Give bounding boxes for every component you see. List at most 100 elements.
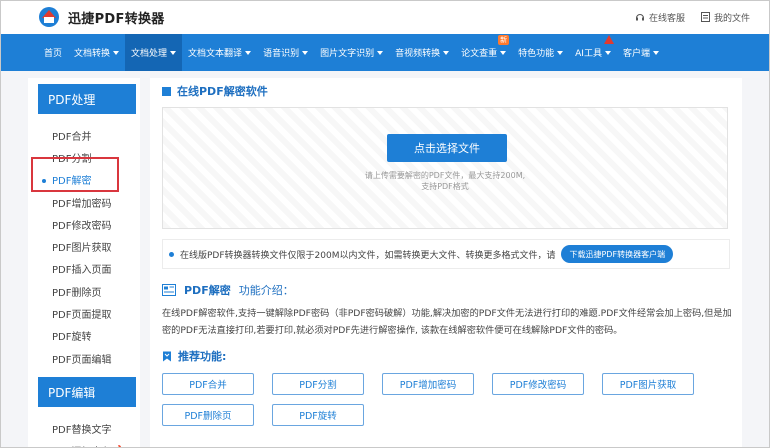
sidebar-item-label: PDF修改密码 bbox=[52, 220, 112, 232]
sidebar-item-label: PDF页面编辑 bbox=[52, 354, 112, 366]
brand-logo[interactable]: 迅捷PDF转换器 bbox=[36, 6, 165, 28]
sidebar-item-label: PDF添加水印 bbox=[52, 443, 111, 448]
sidebar-item[interactable]: PDF页面编辑 bbox=[28, 347, 140, 369]
section-header: 在线PDF解密软件 bbox=[162, 78, 730, 104]
sidebar-item-label: PDF增加密码 bbox=[52, 198, 112, 210]
bookmark-icon bbox=[163, 351, 171, 361]
size-limit-notice: 在线版PDF转换器转换文件仅限于200M以内文件，如需转换更大文件、转换更多格式… bbox=[162, 239, 730, 269]
section-title: 在线PDF解密软件 bbox=[177, 85, 268, 98]
intro-title-strong: PDF解密 bbox=[184, 284, 231, 297]
recommend-chip[interactable]: PDF增加密码 bbox=[382, 373, 474, 395]
chevron-down-icon bbox=[557, 50, 564, 55]
top-header: 迅捷PDF转换器 在线客服 我的文件 bbox=[0, 0, 770, 34]
nav-item[interactable]: 客户端 bbox=[617, 34, 665, 71]
nav-item-label: 首页 bbox=[44, 49, 63, 59]
sidebar-item[interactable]: PDF合并 bbox=[28, 124, 140, 146]
sidebar-item[interactable]: PDF旋转 bbox=[28, 325, 140, 347]
sidebar-item[interactable]: PDF插入页面 bbox=[28, 258, 140, 280]
upload-hint-line1: 请上传需要解密的PDF文件，最大支持200M, bbox=[364, 171, 526, 180]
main-content: 在线PDF解密软件 点击选择文件 请上传需要解密的PDF文件，最大支持200M,… bbox=[150, 78, 742, 448]
sidebar-item-label: PDF插入页面 bbox=[52, 265, 112, 277]
new-badge: 新 bbox=[498, 35, 510, 45]
highlight-box bbox=[31, 157, 119, 192]
upload-hint: 请上传需要解密的PDF文件，最大支持200M, 支持PDF格式 bbox=[163, 170, 727, 192]
nav-item-label: 图片文字识别 bbox=[320, 49, 375, 59]
sidebar: PDF处理 PDF合并 PDF分割 PDF解密 PDF增加密码 PDF修改密码 PDF图片… bbox=[28, 78, 140, 448]
sidebar-item-label: PDF删除页 bbox=[52, 287, 102, 299]
chevron-down-icon bbox=[170, 50, 177, 55]
nav-item[interactable]: 图片文字识别 bbox=[314, 34, 389, 71]
chevron-down-icon bbox=[500, 50, 507, 55]
intro-title-rest: 功能介绍： bbox=[238, 284, 294, 297]
recommend-chip[interactable]: PDF合并 bbox=[162, 373, 254, 395]
headset-icon bbox=[635, 14, 644, 21]
upload-hint-line2: 支持PDF格式 bbox=[421, 182, 469, 191]
section-marker-icon bbox=[162, 86, 171, 96]
choose-file-button[interactable]: 点击选择文件 bbox=[387, 134, 507, 162]
sidebar-item-label: PDF页面提取 bbox=[52, 310, 112, 322]
upload-dropzone[interactable]: 点击选择文件 请上传需要解密的PDF文件，最大支持200M, 支持PDF格式 bbox=[162, 107, 728, 229]
recommend-title: 推荐功能: bbox=[178, 350, 227, 363]
my-files-link[interactable]: 我的文件 bbox=[700, 11, 750, 24]
intro-header: PDF解密 功能介绍： bbox=[162, 281, 730, 299]
sidebar-group-pdf-processing: PDF处理 bbox=[38, 84, 136, 114]
logo-icon bbox=[39, 7, 59, 27]
customer-service-link[interactable]: 在线客服 bbox=[635, 11, 685, 24]
red-arrow-icon bbox=[603, 35, 614, 44]
nav-item-label: 客户端 bbox=[622, 49, 650, 59]
chevron-down-icon bbox=[245, 50, 252, 55]
nav-item[interactable]: 文档转换 bbox=[68, 34, 125, 71]
nav-item-label: 特色功能 bbox=[518, 49, 555, 59]
nav-item[interactable]: 音视频转换 bbox=[389, 34, 455, 71]
notice-text: 在线版PDF转换器转换文件仅限于200M以内文件，如需转换更大文件、转换更多格式… bbox=[180, 250, 556, 261]
sidebar-item-label: PDF图片获取 bbox=[52, 243, 112, 255]
download-client-button[interactable]: 下载迅捷PDF转换器客户端 bbox=[561, 245, 674, 263]
nav-item-label: 音视频转换 bbox=[395, 49, 441, 59]
recommend-chip[interactable]: PDF图片获取 bbox=[602, 373, 694, 395]
nav-item-label: 论文查重 bbox=[461, 49, 498, 59]
recommend-chip[interactable]: PDF删除页 bbox=[162, 404, 254, 426]
sidebar-item[interactable]: PDF图片获取 bbox=[28, 235, 140, 257]
chevron-down-icon bbox=[652, 50, 659, 55]
sidebar-item-label: PDF合并 bbox=[52, 131, 92, 143]
sidebar-item[interactable]: PDF页面提取 bbox=[28, 302, 140, 324]
customer-service-label: 在线客服 bbox=[648, 13, 685, 24]
chevron-down-icon bbox=[604, 50, 611, 55]
recommend-chip[interactable]: PDF旋转 bbox=[272, 404, 364, 426]
sidebar-group2-list: PDF替换文字 PDF添加水印🔥 bbox=[28, 417, 140, 448]
sidebar-item[interactable]: PDF删除页 bbox=[28, 280, 140, 302]
nav-item-label: 文档文本翻译 bbox=[188, 49, 243, 59]
sidebar-group-pdf-editing: PDF编辑 bbox=[38, 377, 136, 408]
my-files-label: 我的文件 bbox=[713, 13, 750, 24]
nav-item-label: AI工具 bbox=[575, 49, 602, 59]
nav-item[interactable]: AI工具 bbox=[569, 34, 617, 71]
chevron-down-icon bbox=[377, 50, 384, 55]
sidebar-item[interactable]: PDF替换文字 bbox=[28, 417, 140, 439]
nav-item[interactable]: 文档文本翻译 bbox=[182, 34, 257, 71]
recommend-list: PDF合并 PDF分割 PDF增加密码 PDF修改密码 PDF图片获取 PDF删除页 PDF… bbox=[162, 373, 730, 426]
intro-body: 在线PDF解密软件,支持一键解除PDF密码（非PDF密码破解）功能,解决加密的P… bbox=[162, 308, 732, 336]
nav-item[interactable]: 论文查重新 bbox=[455, 34, 512, 71]
nav-item[interactable]: 文档处理 bbox=[125, 34, 183, 71]
recommend-header: 推荐功能: bbox=[162, 347, 730, 365]
chevron-down-icon bbox=[443, 50, 450, 55]
brand-name: 迅捷PDF转换器 bbox=[68, 11, 165, 27]
nav-item[interactable]: 首页 bbox=[38, 34, 68, 71]
nav-item-label: 文档处理 bbox=[131, 49, 168, 59]
sidebar-item-label: PDF替换文字 bbox=[52, 424, 112, 436]
main-nav: 首页 文档转换 文档处理 文档文本翻译 语音识别 图片文字识别 音视频转换 论文查重新特色功能… bbox=[0, 34, 770, 71]
file-icon bbox=[700, 12, 710, 22]
document-icon bbox=[162, 284, 176, 296]
sidebar-item[interactable]: PDF增加密码 bbox=[28, 191, 140, 213]
recommend-chip[interactable]: PDF分割 bbox=[272, 373, 364, 395]
chevron-down-icon bbox=[113, 50, 120, 55]
sidebar-item[interactable]: PDF修改密码 bbox=[28, 213, 140, 235]
recommend-chip[interactable]: PDF修改密码 bbox=[492, 373, 584, 395]
nav-item[interactable]: 语音识别 bbox=[257, 34, 314, 71]
chevron-down-icon bbox=[302, 50, 309, 55]
sidebar-item-label: PDF旋转 bbox=[52, 332, 92, 344]
nav-item-label: 语音识别 bbox=[263, 49, 300, 59]
nav-item[interactable]: 特色功能 bbox=[512, 34, 569, 71]
bullet-icon bbox=[169, 251, 174, 257]
sidebar-item[interactable]: PDF添加水印🔥 bbox=[28, 440, 140, 448]
